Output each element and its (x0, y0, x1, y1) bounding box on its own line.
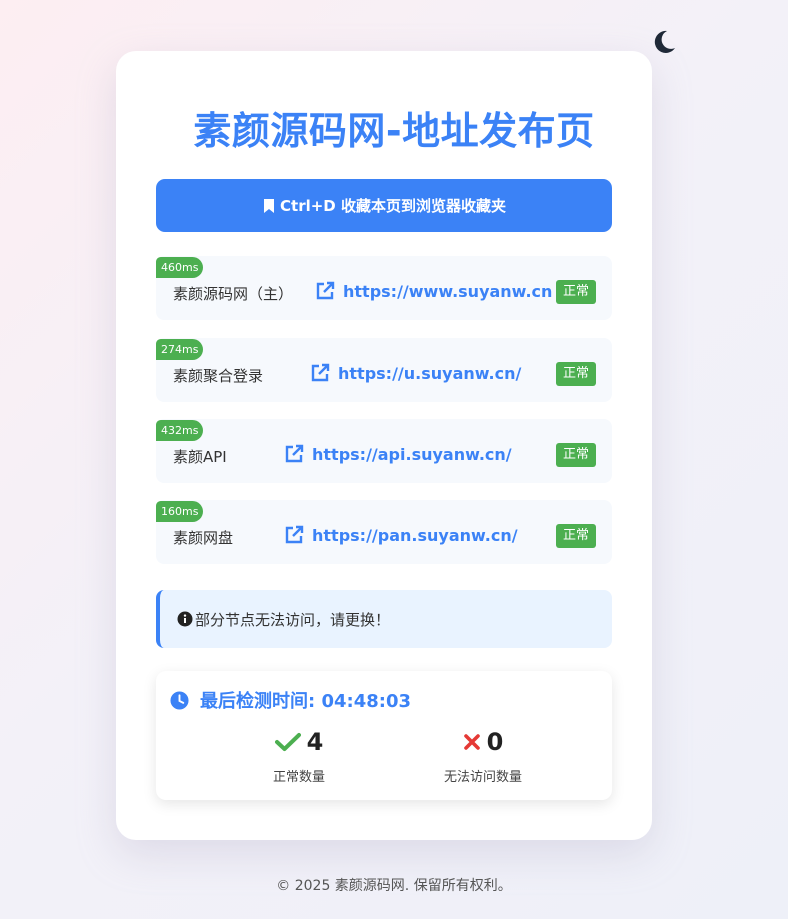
site-link[interactable]: https://api.suyanw.cn/ (284, 444, 512, 464)
bookmark-icon (264, 198, 275, 213)
x-icon (463, 734, 480, 750)
site-name: 素颜API (173, 448, 227, 466)
notice-text: 部分节点无法访问，请更换！ (195, 610, 391, 629)
latency-badge: 274ms (156, 339, 204, 360)
site-name: 素颜网盘 (173, 529, 234, 547)
check-time: 最后检测时间: 04:48:03 (170, 687, 411, 713)
clock-icon (170, 690, 189, 710)
fail-label: 无法访问数量 (443, 770, 522, 785)
site-link[interactable]: https://pan.suyanw.cn/ (284, 525, 518, 545)
site-url: https://pan.suyanw.cn/ (312, 525, 518, 545)
bookmark-button[interactable]: Ctrl+D 收藏本页到浏览器收藏夹 (156, 179, 612, 232)
external-link-icon (311, 363, 330, 382)
site-url: https://api.suyanw.cn/ (312, 444, 512, 464)
link-row: 432ms 素颜API https://api.suyanw.cn/ 正常 (156, 419, 612, 483)
moon-icon (654, 30, 675, 53)
external-link-icon (285, 444, 304, 463)
footer-copyright: © 2025 素颜源码网. 保留所有权利。 (276, 878, 512, 894)
status-badge: 正常 (555, 280, 596, 304)
ok-count: 4 (306, 728, 324, 756)
link-row: 274ms 素颜聚合登录 https://u.suyanw.cn/ 正常 (156, 338, 612, 402)
info-icon (177, 611, 193, 627)
theme-toggle-button[interactable] (650, 28, 678, 56)
site-link[interactable]: https://u.suyanw.cn/ (310, 363, 521, 383)
site-url: https://www.suyanw.cn (343, 281, 553, 301)
site-url: https://u.suyanw.cn/ (338, 363, 522, 383)
page-title: 素颜源码网-地址发布页 (193, 109, 595, 153)
fail-count: 0 (486, 728, 504, 756)
ok-label: 正常数量 (272, 770, 325, 785)
latency-badge: 432ms (156, 420, 204, 441)
link-row: 160ms 素颜网盘 https://pan.suyanw.cn/ 正常 (156, 500, 612, 564)
bookmark-button-label: Ctrl+D 收藏本页到浏览器收藏夹 (280, 197, 506, 215)
fail-stat: 0 无法访问数量 (403, 727, 563, 785)
external-link-icon (285, 525, 304, 544)
status-badge: 正常 (555, 443, 596, 467)
status-badge: 正常 (555, 362, 596, 386)
ok-stat: 4 正常数量 (219, 727, 379, 785)
stats-panel: 最后检测时间: 04:48:03 4 正常数量 0 无法访问数量 (156, 671, 612, 800)
notice-box: 部分节点无法访问，请更换！ (156, 590, 612, 648)
status-badge: 正常 (555, 524, 596, 548)
site-name: 素颜源码网（主） (173, 285, 294, 303)
site-link[interactable]: https://www.suyanw.cn (315, 281, 552, 301)
check-time-label: 最后检测时间: 04:48:03 (200, 691, 412, 712)
external-link-icon (316, 281, 335, 300)
site-name: 素颜聚合登录 (173, 367, 264, 385)
link-row: 460ms 素颜源码网（主） https://www.suyanw.cn 正常 (156, 256, 612, 320)
check-icon (274, 733, 301, 751)
latency-badge: 460ms (156, 257, 204, 278)
latency-badge: 160ms (156, 501, 204, 522)
